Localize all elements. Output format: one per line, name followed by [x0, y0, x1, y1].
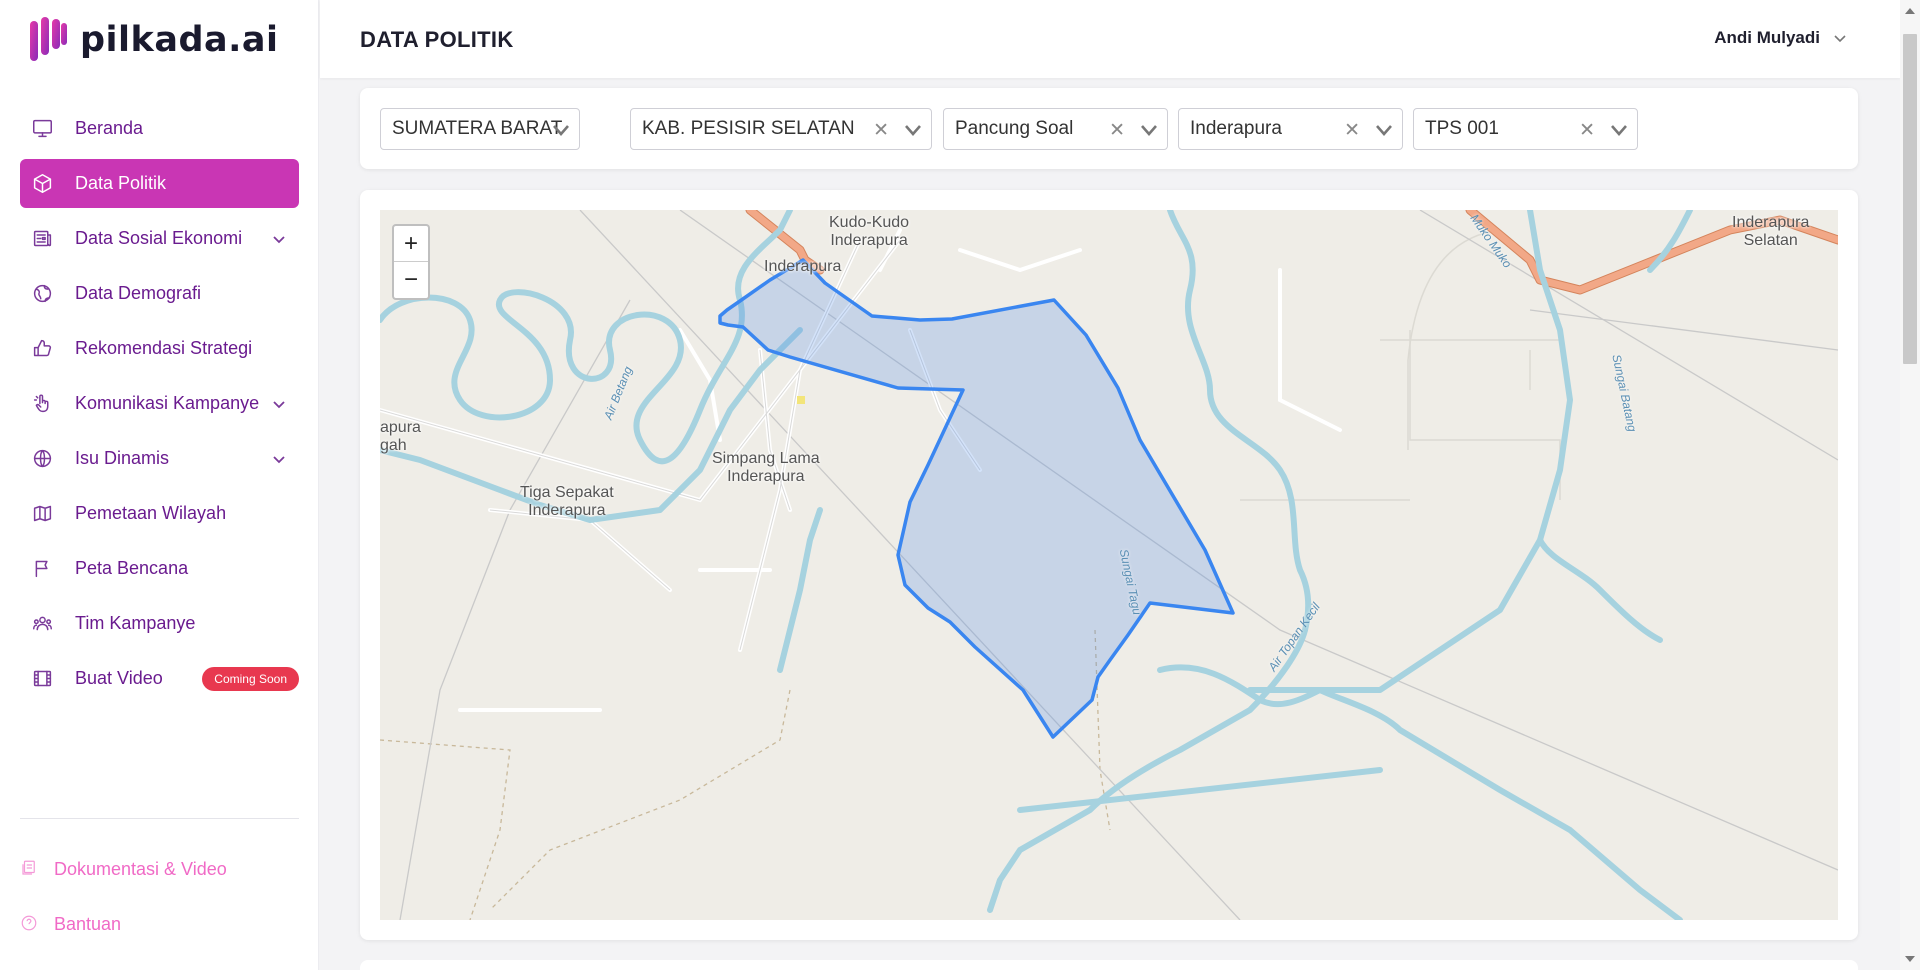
app-name: pilkada.ai [80, 20, 279, 60]
user-menu[interactable]: Andi Mulyadi [1714, 28, 1848, 48]
users-icon [30, 612, 54, 636]
sidebar-item-pemetaan-wilayah[interactable]: Pemetaan Wilayah [20, 489, 299, 538]
map-base-layer [380, 210, 1838, 920]
place-label: Inderapura Selatan [1732, 214, 1810, 250]
chevron-down-icon [1834, 35, 1846, 43]
zoom-in-button[interactable]: + [394, 226, 428, 262]
sidebar-item-label: Isu Dinamis [75, 448, 170, 468]
sidebar-item-peta-bencana[interactable]: Peta Bencana [20, 544, 299, 593]
sidebar-item-bantuan[interactable]: Bantuan [20, 904, 121, 944]
app-logo[interactable]: pilkada.ai [28, 14, 279, 66]
sidebar-item-label: Buat Video [75, 668, 163, 688]
globe-icon [30, 282, 54, 306]
sidebar-divider [20, 818, 299, 819]
sidebar-item-data-sosial-ekonomi[interactable]: Data Sosial Ekonomi [20, 214, 299, 263]
box-icon [30, 172, 54, 196]
chevron-down-icon[interactable] [1609, 121, 1629, 139]
help-icon [20, 914, 40, 934]
sidebar-item-rekomendasi-strategi[interactable]: Rekomendasi Strategi [20, 324, 299, 373]
select-value: Pancung Soal [955, 118, 1074, 139]
sidebar-item-isu-dinamis[interactable]: Isu Dinamis [20, 434, 299, 483]
sidebar-item-label: Data Demografi [75, 283, 202, 303]
sidebar-item-label: Peta Bencana [75, 558, 189, 578]
sidebar-item-data-demografi[interactable]: Data Demografi [20, 269, 299, 318]
filter-bar: SUMATERA BARAT KAB. PESISIR SELATAN ✕ Pa… [360, 88, 1858, 169]
sidebar-item-label: Komunikasi Kampanye [75, 393, 260, 413]
sidebar-item-buat-video[interactable]: Buat Video Coming Soon [20, 654, 299, 703]
clear-icon[interactable]: ✕ [873, 119, 889, 142]
sidebar-item-label: Pemetaan Wilayah [75, 503, 227, 523]
zoom-control: + − [392, 224, 430, 300]
user-name: Andi Mulyadi [1714, 28, 1820, 47]
place-label: Simpang Lama Inderapura [712, 450, 820, 486]
tps-select[interactable]: TPS 001 ✕ [1413, 108, 1638, 150]
sidebar-item-beranda[interactable]: Beranda [20, 104, 299, 153]
top-header: DATA POLITIK Andi Mulyadi [320, 0, 1900, 78]
zoom-out-button[interactable]: − [394, 262, 428, 298]
sidebar-item-data-politik[interactable]: Data Politik [20, 159, 299, 208]
sidebar-item-label: Beranda [75, 118, 144, 138]
sidebar-item-label: Dokumentasi & Video [54, 858, 227, 879]
chevron-down-icon[interactable] [271, 231, 287, 247]
scroll-down-arrow[interactable] [1905, 956, 1915, 962]
select-value: TPS 001 [1425, 118, 1499, 139]
clear-icon[interactable]: ✕ [1579, 119, 1595, 142]
flag-icon [30, 557, 54, 581]
scroll-up-arrow[interactable] [1905, 8, 1915, 14]
province-select[interactable]: SUMATERA BARAT [380, 108, 580, 150]
place-label: Tiga Sepakat Inderapura [520, 484, 614, 520]
hand-pointer-icon [30, 392, 54, 416]
map-card: + − Kudo-Kudo Inderapura Inderapura Inde… [360, 190, 1858, 940]
sidebar-item-dokumentasi[interactable]: Dokumentasi & Video [20, 849, 227, 889]
page-scrollbar[interactable] [1900, 0, 1920, 970]
sidebar-item-label: Tim Kampanye [75, 613, 196, 633]
district-select[interactable]: Pancung Soal ✕ [943, 108, 1168, 150]
chevron-down-icon[interactable] [1374, 121, 1394, 139]
logo-mark-icon [30, 17, 67, 61]
map-viewport[interactable]: + − Kudo-Kudo Inderapura Inderapura Inde… [380, 210, 1838, 920]
sidebar-item-label: Data Politik [75, 173, 167, 193]
village-select[interactable]: Inderapura ✕ [1178, 108, 1403, 150]
coming-soon-badge: Coming Soon [202, 667, 299, 691]
place-label: apura gah [380, 419, 421, 455]
docs-icon [20, 859, 40, 879]
select-value: SUMATERA BARAT [392, 118, 563, 139]
world-icon [30, 447, 54, 471]
chevron-down-icon[interactable] [903, 121, 923, 139]
page-title: DATA POLITIK [360, 27, 514, 52]
newspaper-icon [30, 227, 54, 251]
sidebar-item-tim-kampanye[interactable]: Tim Kampanye [20, 599, 299, 648]
chevron-down-icon[interactable] [271, 396, 287, 412]
next-card [360, 960, 1858, 970]
sidebar-item-komunikasi-kampanye[interactable]: Komunikasi Kampanye [20, 379, 299, 428]
select-value: KAB. PESISIR SELATAN [642, 118, 855, 139]
select-value: Inderapura [1190, 118, 1282, 139]
sidebar-nav: Beranda Data Politik Data Sosial Ekonomi… [20, 104, 299, 709]
sidebar: pilkada.ai Beranda Data Politik Data Sos… [0, 0, 319, 970]
sidebar-item-label: Bantuan [54, 913, 122, 934]
regency-select[interactable]: KAB. PESISIR SELATAN ✕ [630, 108, 932, 150]
place-label: Kudo-Kudo Inderapura [829, 214, 910, 250]
clear-icon[interactable]: ✕ [1109, 119, 1125, 142]
chevron-down-icon[interactable] [1139, 121, 1159, 139]
map-icon [30, 502, 54, 526]
sidebar-item-label: Data Sosial Ekonomi [75, 228, 243, 248]
place-label: Inderapura [764, 258, 842, 275]
chevron-down-icon[interactable] [551, 121, 571, 139]
scrollbar-thumb[interactable] [1903, 34, 1917, 364]
chevron-down-icon[interactable] [271, 451, 287, 467]
film-icon [30, 667, 54, 691]
clear-icon[interactable]: ✕ [1344, 119, 1360, 142]
thumbs-up-icon [30, 337, 54, 361]
sidebar-item-label: Rekomendasi Strategi [75, 338, 253, 358]
monitor-icon [30, 117, 54, 141]
